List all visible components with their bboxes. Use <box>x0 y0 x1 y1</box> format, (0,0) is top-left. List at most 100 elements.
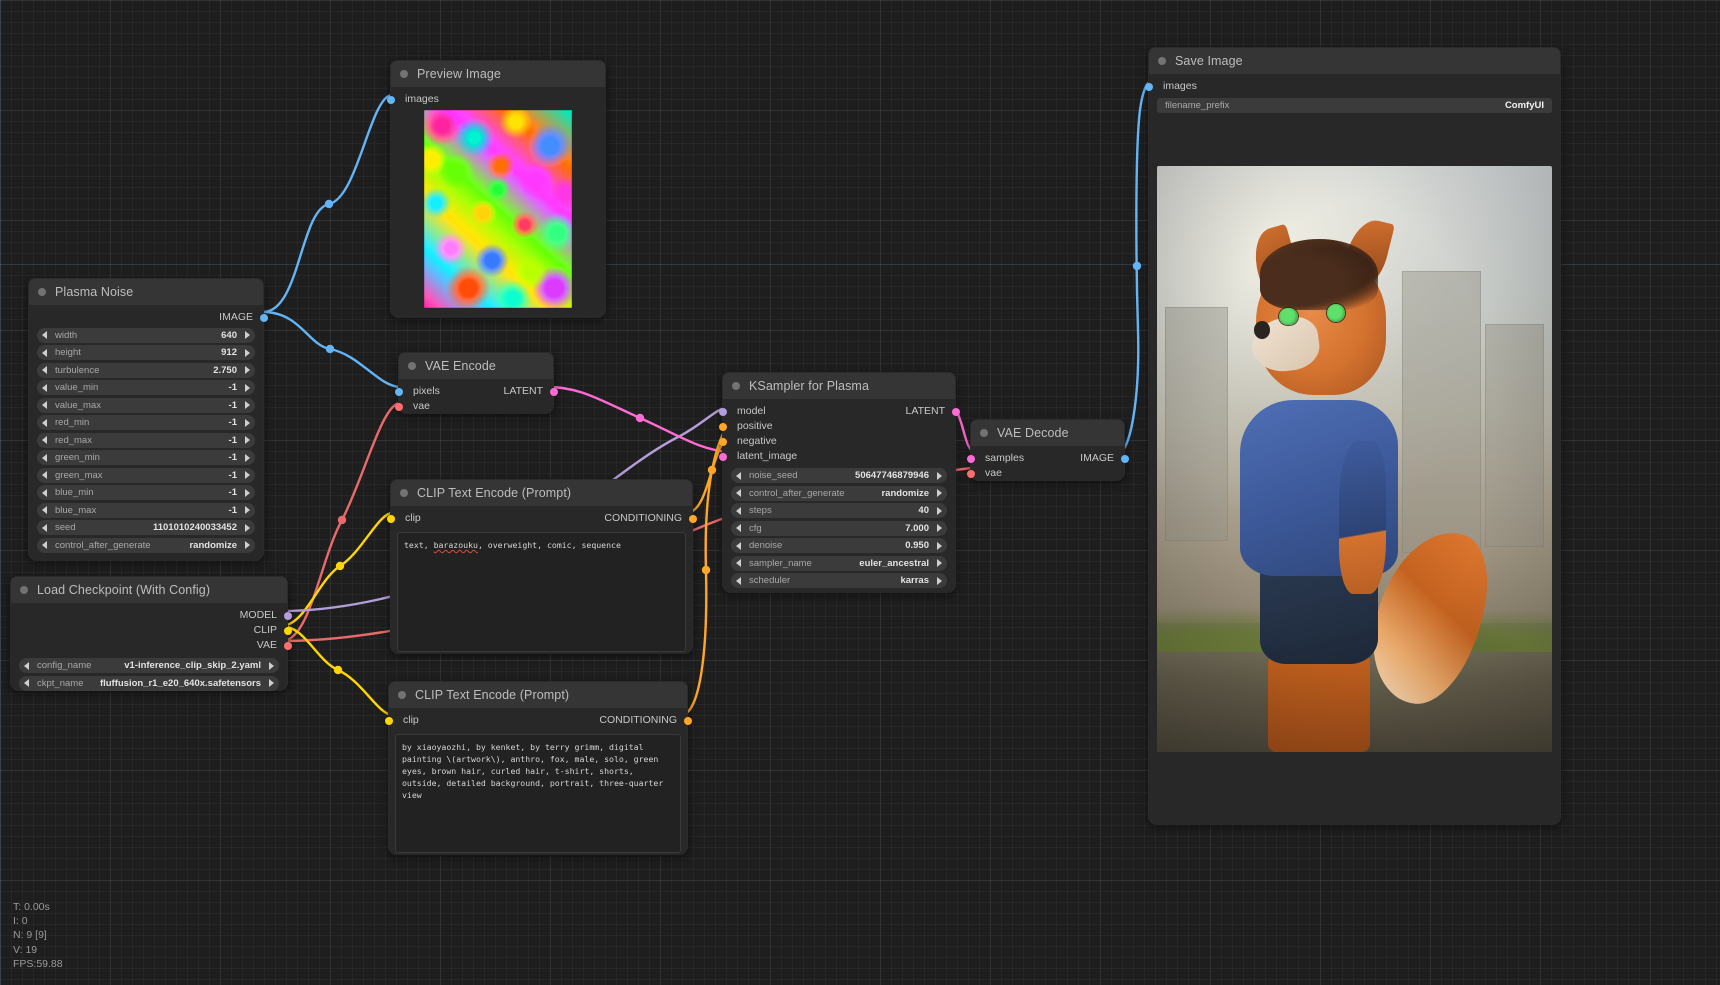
latent-port-dot-icon[interactable] <box>967 454 975 463</box>
latent-port-dot-icon[interactable] <box>550 387 558 396</box>
node-load-checkpoint[interactable]: Load Checkpoint (With Config) MODEL CLIP… <box>10 576 292 691</box>
increment-arrow-icon[interactable] <box>245 541 250 549</box>
widget-config-name[interactable]: config_name v1-inference_clip_skip_2.yam… <box>19 658 279 673</box>
node-title-bar[interactable]: Load Checkpoint (With Config) <box>11 577 287 603</box>
decrement-arrow-icon[interactable] <box>736 489 741 497</box>
conditioning-port-dot-icon[interactable] <box>684 716 692 725</box>
widget-blue-max[interactable]: blue_max -1 <box>37 502 255 518</box>
image-port-dot-icon[interactable] <box>1121 454 1129 463</box>
node-ksampler[interactable]: KSampler for Plasma model LATENT positiv… <box>719 372 960 593</box>
node-title-bar[interactable]: Plasma Noise <box>29 279 263 305</box>
widget-green-max[interactable]: green_max -1 <box>37 467 255 483</box>
increment-arrow-icon[interactable] <box>245 383 250 392</box>
widget-filename-prefix[interactable]: filename_prefix ComfyUI <box>1157 98 1552 113</box>
increment-arrow-icon[interactable] <box>937 541 942 550</box>
widget-scheduler[interactable]: scheduler karras <box>731 573 947 588</box>
increment-arrow-icon[interactable] <box>937 576 942 585</box>
node-vae-decode[interactable]: VAE Decode samples IMAGE vae <box>967 419 1129 481</box>
widget-sampler-name[interactable]: sampler_name euler_ancestral <box>731 555 947 571</box>
node-title-bar[interactable]: KSampler for Plasma <box>723 373 955 399</box>
node-title-bar[interactable]: VAE Encode <box>399 353 553 379</box>
node-vae-encode[interactable]: VAE Encode pixels LATENT vae <box>395 352 558 414</box>
node-title-bar[interactable]: CLIP Text Encode (Prompt) <box>391 480 692 506</box>
conditioning-port-dot-icon[interactable] <box>719 422 727 431</box>
output-port-model[interactable]: MODEL <box>11 608 292 623</box>
model-port-dot-icon[interactable] <box>719 407 727 416</box>
preview-image-thumbnail[interactable] <box>399 110 597 308</box>
widget-turbulence[interactable]: turbulence 2.750 <box>37 362 255 378</box>
decrement-arrow-icon[interactable] <box>736 559 741 567</box>
image-port-dot-icon[interactable] <box>260 313 268 322</box>
node-save-image[interactable]: Save Image images filename_prefix ComfyU… <box>1145 47 1561 825</box>
decrement-arrow-icon[interactable] <box>42 418 47 427</box>
collapse-dot-icon[interactable] <box>732 382 740 390</box>
node-title-bar[interactable]: CLIP Text Encode (Prompt) <box>389 682 687 708</box>
node-clip-text-encode-positive[interactable]: CLIP Text Encode (Prompt) clip CONDITION… <box>385 681 692 855</box>
model-port-dot-icon[interactable] <box>284 611 292 620</box>
increment-arrow-icon[interactable] <box>245 348 250 357</box>
increment-arrow-icon[interactable] <box>245 488 250 497</box>
widget-blue-min[interactable]: blue_min -1 <box>37 485 255 500</box>
widget-width[interactable]: width 640 <box>37 327 255 343</box>
clip-port-dot-icon[interactable] <box>284 626 292 635</box>
widget-red-max[interactable]: red_max -1 <box>37 432 255 448</box>
clip-port-dot-icon[interactable] <box>385 716 393 725</box>
output-port-image[interactable]: IMAGE <box>29 310 268 325</box>
decrement-arrow-icon[interactable] <box>736 541 741 550</box>
node-preview-image[interactable]: Preview Image images <box>387 60 606 318</box>
port-row-clip-conditioning[interactable]: clip CONDITIONING <box>385 713 692 728</box>
input-port-vae[interactable]: vae <box>967 466 1124 481</box>
collapse-dot-icon[interactable] <box>980 429 988 437</box>
node-title-bar[interactable]: Preview Image <box>391 61 605 87</box>
increment-arrow-icon[interactable] <box>245 506 250 514</box>
positive-prompt-textarea[interactable]: by xiaoyaozhi, by kenket, by terry grimm… <box>395 734 681 853</box>
decrement-arrow-icon[interactable] <box>42 331 47 339</box>
increment-arrow-icon[interactable] <box>245 366 250 374</box>
decrement-arrow-icon[interactable] <box>42 401 47 409</box>
graph-canvas[interactable]: Preview Image images Plasma Noise IMAGE <box>0 0 1720 985</box>
image-port-dot-icon[interactable] <box>387 95 395 104</box>
increment-arrow-icon[interactable] <box>937 559 942 567</box>
port-row-clip-conditioning[interactable]: clip CONDITIONING <box>387 511 697 526</box>
collapse-dot-icon[interactable] <box>20 586 28 594</box>
widget-control-after-generate[interactable]: control_after_generate randomize <box>731 485 947 501</box>
increment-arrow-icon[interactable] <box>245 436 250 444</box>
widget-height[interactable]: height 912 <box>37 345 255 360</box>
node-plasma-noise[interactable]: Plasma Noise IMAGE width 640 height 912 <box>28 278 268 561</box>
conditioning-port-dot-icon[interactable] <box>689 514 697 523</box>
port-row-pixels-latent[interactable]: pixels LATENT <box>395 384 558 399</box>
widget-cfg[interactable]: cfg 7.000 <box>731 520 947 536</box>
input-port-latent-image[interactable]: latent_image <box>719 449 955 464</box>
decrement-arrow-icon[interactable] <box>42 436 47 444</box>
increment-arrow-icon[interactable] <box>245 523 250 532</box>
decrement-arrow-icon[interactable] <box>42 348 47 357</box>
widget-ckpt-name[interactable]: ckpt_name fluffusion_r1_e20_640x.safeten… <box>19 675 279 691</box>
decrement-arrow-icon[interactable] <box>42 383 47 392</box>
input-port-positive[interactable]: positive <box>719 419 955 434</box>
decrement-arrow-icon[interactable] <box>42 523 47 532</box>
conditioning-port-dot-icon[interactable] <box>719 437 727 446</box>
image-port-dot-icon[interactable] <box>1145 82 1153 91</box>
decrement-arrow-icon[interactable] <box>42 453 47 462</box>
increment-arrow-icon[interactable] <box>245 453 250 462</box>
decrement-arrow-icon[interactable] <box>42 541 47 549</box>
widget-steps[interactable]: steps 40 <box>731 503 947 518</box>
widget-red-min[interactable]: red_min -1 <box>37 415 255 430</box>
latent-port-dot-icon[interactable] <box>952 407 960 416</box>
decrement-arrow-icon[interactable] <box>736 576 741 585</box>
decrement-arrow-icon[interactable] <box>24 679 29 687</box>
widget-value-max[interactable]: value_max -1 <box>37 397 255 413</box>
increment-arrow-icon[interactable] <box>245 471 250 479</box>
save-image-thumbnail[interactable] <box>1157 166 1552 752</box>
node-clip-text-encode-negative[interactable]: CLIP Text Encode (Prompt) clip CONDITION… <box>387 479 697 654</box>
latent-port-dot-icon[interactable] <box>719 452 727 461</box>
negative-prompt-textarea[interactable]: text, barazouku, overweight, comic, sequ… <box>397 532 686 652</box>
decrement-arrow-icon[interactable] <box>24 661 29 670</box>
widget-value-min[interactable]: value_min -1 <box>37 380 255 395</box>
decrement-arrow-icon[interactable] <box>736 471 741 480</box>
widget-control-after-generate[interactable]: control_after_generate randomize <box>37 537 255 553</box>
widget-noise-seed[interactable]: noise_seed 50647746879946 <box>731 468 947 483</box>
widget-green-min[interactable]: green_min -1 <box>37 450 255 465</box>
decrement-arrow-icon[interactable] <box>736 506 741 515</box>
collapse-dot-icon[interactable] <box>400 489 408 497</box>
